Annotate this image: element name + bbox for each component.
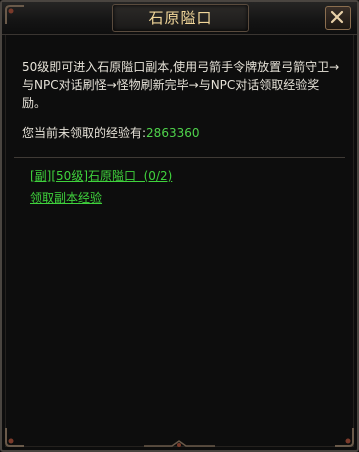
window-title: 石原隘口 xyxy=(148,9,213,27)
close-button[interactable] xyxy=(325,6,351,30)
close-icon xyxy=(330,10,344,24)
unclaimed-exp-label: 您当前未领取的经验有: xyxy=(22,126,147,140)
dungeon-link[interactable]: [副][50级]石原隘口 (0/2) xyxy=(30,166,172,186)
corner-ornament-icon xyxy=(5,428,24,447)
dungeon-info: 50级即可进入石原隘口副本,使用弓箭手令牌放置弓箭守卫→与NPC对话刷怪→怪物刷… xyxy=(22,58,340,142)
corner-ornament-icon xyxy=(5,5,24,24)
corner-ornament-icon xyxy=(335,428,354,447)
bottom-ornament-icon xyxy=(144,440,215,447)
title-plate: 石原隘口 xyxy=(112,4,249,32)
unclaimed-exp-line: 您当前未领取的经验有:2863360 xyxy=(22,124,340,142)
title-bar[interactable]: 石原隘口 xyxy=(2,2,357,35)
divider xyxy=(14,157,345,158)
dungeon-description: 50级即可进入石原隘口副本,使用弓箭手令牌放置弓箭守卫→与NPC对话刷怪→怪物刷… xyxy=(22,60,340,110)
claim-exp-link[interactable]: 领取副本经验 xyxy=(30,188,172,208)
action-links: [副][50级]石原隘口 (0/2) 领取副本经验 xyxy=(30,166,172,208)
unclaimed-exp-value: 2863360 xyxy=(146,126,200,140)
dungeon-dialog: 石原隘口 50级即可进入石原隘口副本,使用弓箭手令牌放置弓箭守卫→与NPC对话刷… xyxy=(0,0,359,452)
